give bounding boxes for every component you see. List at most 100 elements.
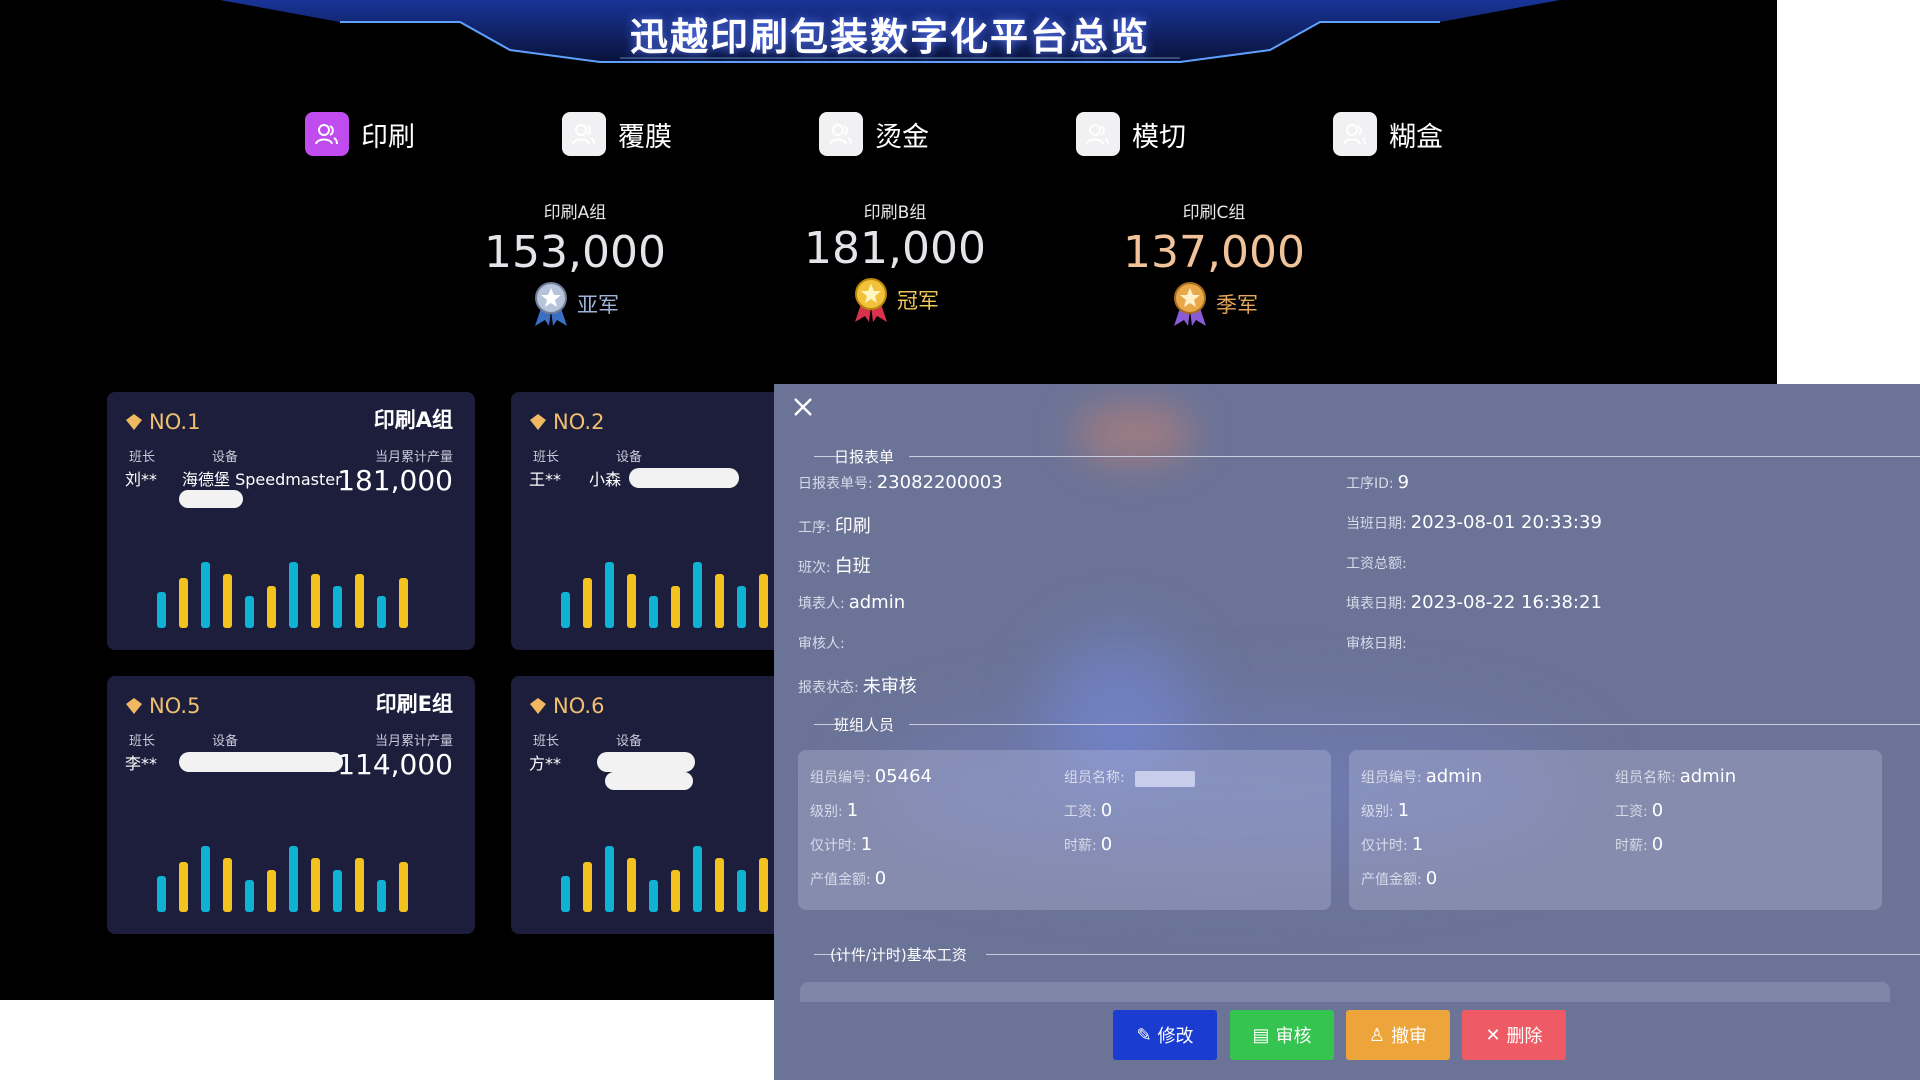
group-card[interactable]: NO.1 印刷A组 班长 设备 当月累计产量 刘** 海德堡 Speedmast… xyxy=(107,392,475,650)
tab-label: 烫金 xyxy=(875,121,929,153)
page-title: 迅越印刷包装数字化平台总览 xyxy=(629,15,1150,59)
rank-no: NO.5 xyxy=(149,694,201,718)
group-output: 181,000 xyxy=(804,223,986,274)
tab-gluebox[interactable]: 糊盒 xyxy=(1333,110,1590,158)
delete-button[interactable]: ✕ 删除 xyxy=(1462,1010,1566,1060)
leader-label: 班长 xyxy=(533,450,560,465)
member-card: 组员编号: 05464 组员名称: 级别: 1 工资: 0 仅计时: 1 时薪: 0 产值… xyxy=(798,750,1331,910)
rank-group-first: 印刷B组 181,000 冠军 xyxy=(775,198,1015,324)
group-output: 153,000 xyxy=(484,227,666,278)
output-label: 当月累计产量 xyxy=(374,450,453,465)
field-audit-date: 审核日期: xyxy=(1346,636,1407,652)
section-title: (计件/计时)基本工资 xyxy=(830,946,967,964)
rank-group-third: 印刷C组 137,000 季军 xyxy=(1094,198,1334,328)
monthly-output: 181,000 xyxy=(337,464,453,497)
rank-no: NO.2 xyxy=(553,410,605,434)
place-label: 亚军 xyxy=(577,293,619,317)
tab-label: 覆膜 xyxy=(618,121,672,153)
field-filler: 填表人: admin xyxy=(798,592,906,613)
section-report: 日报表单 xyxy=(774,446,1920,466)
group-name: 印刷B组 xyxy=(863,203,927,223)
tab-label: 模切 xyxy=(1132,121,1186,153)
audit-button[interactable]: ▤ 审核 xyxy=(1230,1010,1334,1060)
leader-name: 方** xyxy=(529,754,562,773)
gold-medal-icon xyxy=(855,278,887,322)
group-name: 印刷A组 xyxy=(543,203,607,223)
revoke-audit-button[interactable]: ♙ 撤审 xyxy=(1346,1010,1450,1060)
group-output: 137,000 xyxy=(1123,227,1305,278)
user-group-icon xyxy=(1333,112,1377,156)
gem-icon xyxy=(530,698,546,714)
leader-label: 班长 xyxy=(129,450,156,465)
output-label: 当月累计产量 xyxy=(374,734,453,749)
bronze-medal-icon xyxy=(1174,282,1206,326)
field-auditor: 审核人: xyxy=(798,636,845,652)
wage-table-header xyxy=(800,982,1890,1002)
silver-medal-icon xyxy=(535,282,567,326)
rank-no: NO.6 xyxy=(553,694,605,718)
field-shift-date: 当班日期: 2023-08-01 20:33:39 xyxy=(1346,512,1602,533)
title-banner: 迅越印刷包装数字化平台总览 xyxy=(220,0,1560,78)
redacted-block xyxy=(1134,770,1195,787)
redacted-block xyxy=(179,752,343,772)
field-wage-total: 工资总额: xyxy=(1346,556,1407,572)
pencil-icon: ✎ xyxy=(1136,1024,1152,1045)
leader-name: 李** xyxy=(125,754,158,773)
section-wage: (计件/计时)基本工资 xyxy=(774,944,1920,964)
user-group-icon xyxy=(819,112,863,156)
output-bar-chart xyxy=(157,562,408,628)
process-tabs: 印刷 覆膜 烫金 模切 糊盒 xyxy=(305,110,1590,158)
place-label: 冠军 xyxy=(897,289,939,313)
tab-hotstamp[interactable]: 烫金 xyxy=(819,110,1076,158)
leader-label: 班长 xyxy=(129,734,156,749)
leader-label: 班长 xyxy=(533,734,560,749)
field-status: 报表状态: 未审核 xyxy=(798,676,917,697)
group-card[interactable]: NO.5 印刷E组 班长 设备 当月累计产量 李** 114,000 xyxy=(107,676,475,934)
redacted-block xyxy=(629,468,739,488)
user-icon: ♙ xyxy=(1368,1024,1386,1045)
redacted-block xyxy=(597,752,695,772)
monthly-output: 114,000 xyxy=(337,748,453,781)
redacted-block xyxy=(605,772,693,790)
leader-name: 刘** xyxy=(125,470,158,489)
tab-diecut[interactable]: 模切 xyxy=(1076,110,1333,158)
redacted-block xyxy=(179,490,243,508)
gem-icon xyxy=(530,414,546,430)
leader-name: 王** xyxy=(529,470,562,489)
equip-label: 设备 xyxy=(616,450,643,465)
user-group-icon xyxy=(1076,112,1120,156)
close-icon: ✕ xyxy=(1485,1024,1501,1045)
place-label: 季军 xyxy=(1216,293,1258,317)
equip-label: 设备 xyxy=(212,450,239,465)
equipment-name: 小森 xyxy=(589,470,622,489)
gem-icon xyxy=(126,414,142,430)
section-title: 日报表单 xyxy=(834,448,895,466)
card-group-name: 印刷E组 xyxy=(375,692,453,716)
gem-icon xyxy=(126,698,142,714)
section-members: 班组人员 xyxy=(774,714,1920,734)
field-process-id: 工序ID: 9 xyxy=(1346,472,1410,493)
rank-group-second: 印刷A组 153,000 亚军 xyxy=(455,198,695,328)
equip-label: 设备 xyxy=(616,734,643,749)
edit-button[interactable]: ✎ 修改 xyxy=(1113,1010,1217,1060)
field-fill-date: 填表日期: 2023-08-22 16:38:21 xyxy=(1346,592,1602,613)
tab-label: 糊盒 xyxy=(1389,121,1443,153)
section-title: 班组人员 xyxy=(834,716,895,734)
close-icon[interactable] xyxy=(790,396,816,422)
output-bar-chart xyxy=(157,846,408,912)
tab-laminate[interactable]: 覆膜 xyxy=(562,110,819,158)
user-group-icon xyxy=(562,112,606,156)
field-report-no: 日报表单号: 23082200003 xyxy=(798,472,1003,493)
field-shift: 班次: 白班 xyxy=(798,556,871,577)
field-process: 工序: 印刷 xyxy=(798,516,871,537)
rank-no: NO.1 xyxy=(149,410,201,434)
tab-label: 印刷 xyxy=(361,121,415,153)
equip-label: 设备 xyxy=(212,734,239,749)
daily-report-modal: 日报表单 日报表单号: 23082200003 工序: 印刷 班次: 白班 填表人: a… xyxy=(774,384,1920,1080)
equipment-name: 海德堡 Speedmaster xyxy=(182,470,342,489)
tab-print[interactable]: 印刷 xyxy=(305,110,562,158)
user-group-icon xyxy=(305,112,349,156)
card-group-name: 印刷A组 xyxy=(373,408,453,432)
member-card: 组员编号: admin 组员名称: admin 级别: 1 工资: 0 仅计时: 1 时薪… xyxy=(1349,750,1882,910)
document-check-icon: ▤ xyxy=(1252,1024,1270,1045)
